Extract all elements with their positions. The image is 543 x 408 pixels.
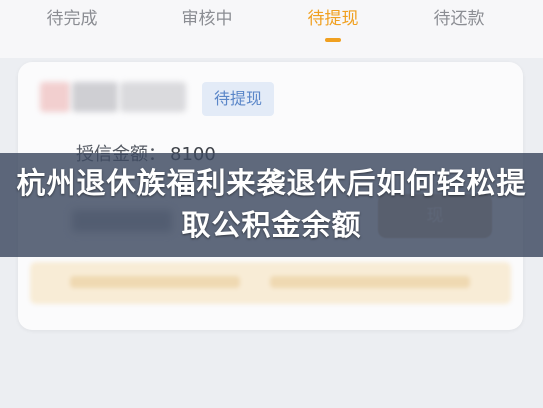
blurred-name bbox=[72, 82, 118, 112]
overlay-title: 杭州退休族福利来袭退休后如何轻松提取公积金余额 bbox=[16, 166, 527, 242]
blurred-text bbox=[270, 276, 470, 288]
notice-bar bbox=[30, 262, 511, 304]
title-overlay: 杭州退休族福利来袭退休后如何轻松提取公积金余额 bbox=[0, 153, 543, 257]
tab-pending-completion[interactable]: 待完成 bbox=[22, 4, 122, 29]
tab-under-review[interactable]: 审核中 bbox=[157, 4, 257, 29]
blurred-text bbox=[70, 276, 240, 288]
tab-pending-repayment[interactable]: 待还款 bbox=[409, 4, 509, 29]
active-tab-indicator bbox=[325, 38, 341, 42]
blurred-name bbox=[120, 82, 186, 112]
tab-pending-withdrawal[interactable]: 待提现 bbox=[283, 4, 383, 29]
blurred-name bbox=[40, 82, 70, 112]
status-badge: 待提现 bbox=[202, 82, 275, 116]
tab-bar: 待完成 审核中 待提现 待还款 bbox=[0, 0, 543, 58]
